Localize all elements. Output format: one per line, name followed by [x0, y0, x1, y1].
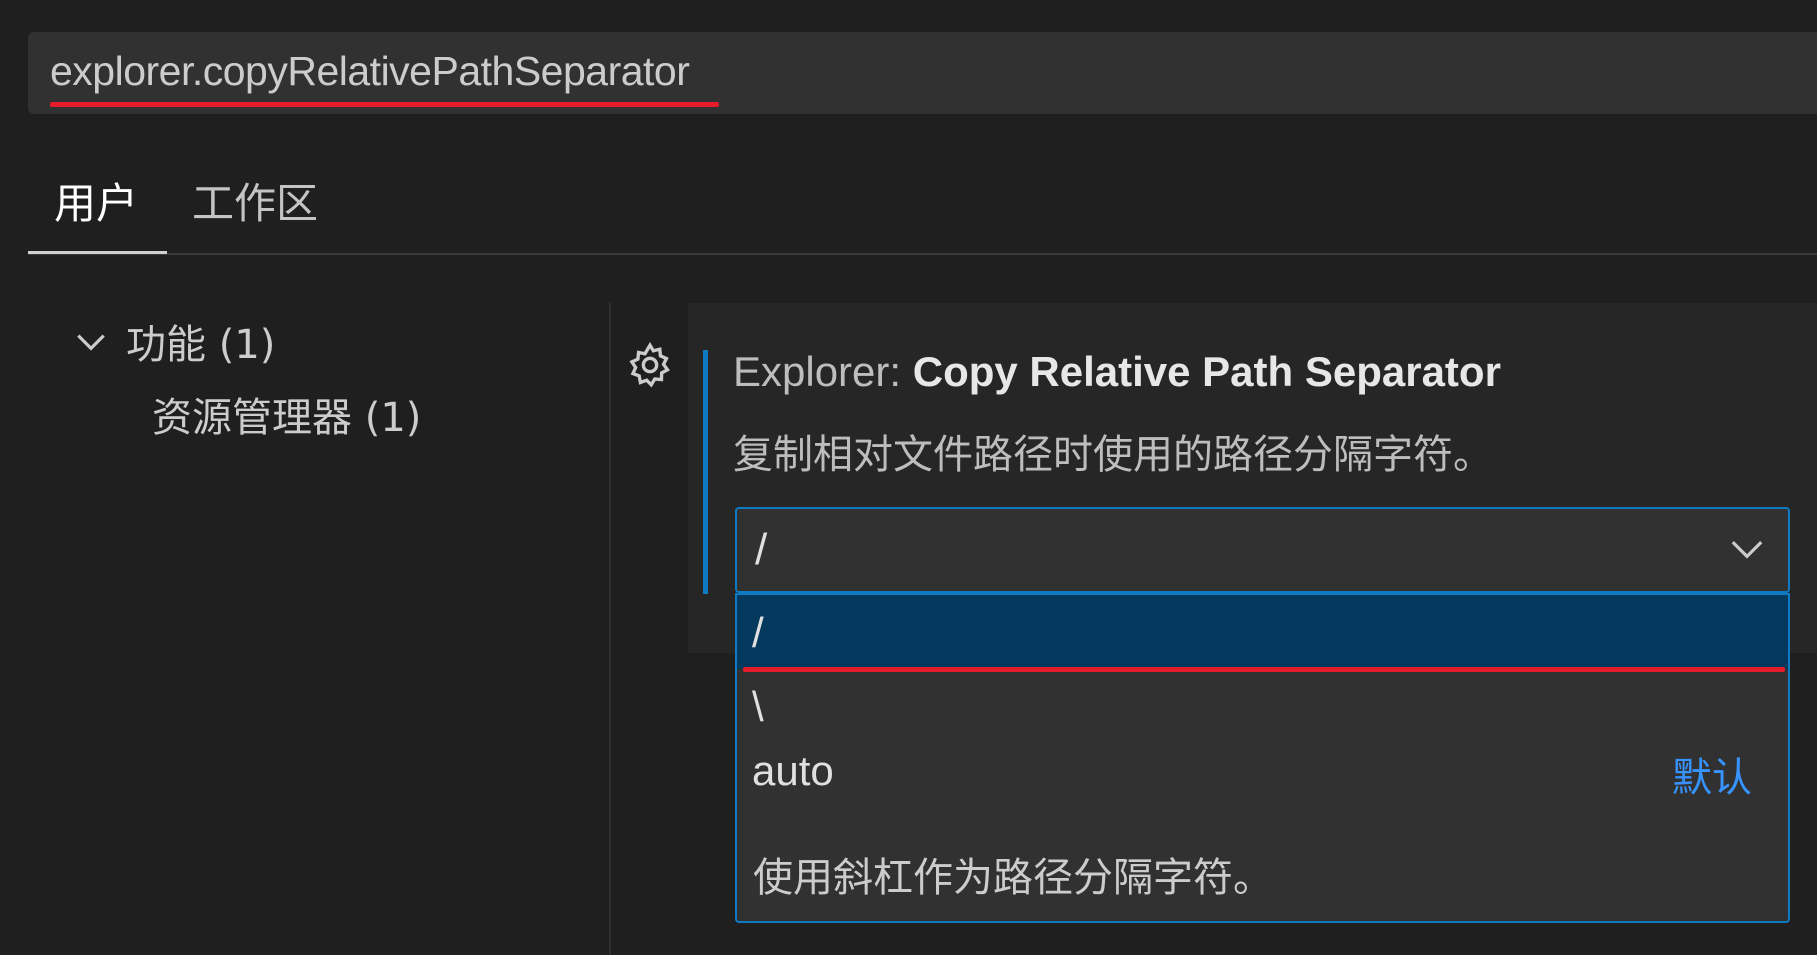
sash-divider[interactable]: [609, 303, 611, 955]
option-label: auto: [752, 747, 834, 794]
tab-workspace[interactable]: 工作区: [192, 170, 318, 254]
option-label: /: [752, 609, 764, 656]
dropdown-option-slash[interactable]: /: [737, 593, 1788, 672]
active-tab-indicator: [28, 251, 167, 254]
select-current-value: /: [755, 525, 768, 574]
select-dropdown-list: / \ auto 默认 使用斜杠作为路径分隔字符。: [735, 593, 1790, 923]
search-input-value[interactable]: explorer.copyRelativePathSeparator: [50, 48, 690, 95]
settings-scope-tabs: 用户 工作区: [28, 170, 1817, 254]
settings-search-input[interactable]: explorer.copyRelativePathSeparator: [28, 32, 1817, 114]
setting-description: 复制相对文件路径时使用的路径分隔字符。: [733, 432, 1493, 478]
default-badge: 默认: [1672, 755, 1752, 801]
chevron-down-icon[interactable]: [1728, 535, 1766, 565]
modified-indicator-bar: [703, 350, 708, 594]
setting-category: Explorer:: [733, 348, 913, 395]
settings-editor: explorer.copyRelativePathSeparator 用户 工作…: [0, 0, 1817, 955]
dropdown-option-auto[interactable]: auto 默认: [737, 733, 1788, 809]
annotation-underline: [50, 102, 719, 107]
option-description: 使用斜杠作为路径分隔字符。: [753, 855, 1273, 901]
tabs-divider: [28, 253, 1817, 255]
separator-select[interactable]: /: [735, 507, 1790, 593]
option-label: \: [752, 683, 764, 730]
tree-group-features[interactable]: 功能 (1): [126, 312, 275, 370]
tab-user[interactable]: 用户: [54, 170, 138, 254]
chevron-down-icon[interactable]: [72, 323, 110, 361]
setting-name: Copy Relative Path Separator: [912, 348, 1501, 395]
setting-title: Explorer: Copy Relative Path Separator: [733, 348, 1501, 396]
gear-icon[interactable]: [625, 340, 675, 390]
tree-item-explorer[interactable]: 资源管理器 (1): [152, 385, 421, 443]
